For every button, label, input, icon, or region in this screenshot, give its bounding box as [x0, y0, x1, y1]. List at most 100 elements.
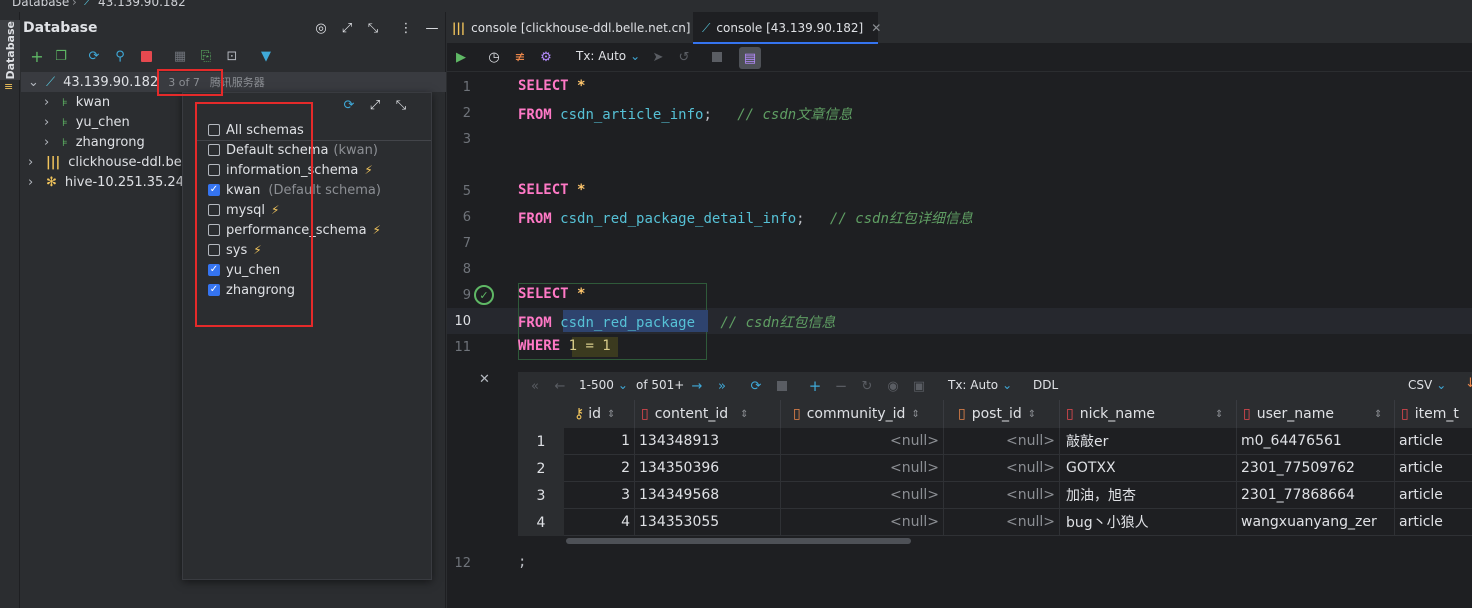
table-cell[interactable]: 敲敲er [1060, 428, 1237, 455]
code-line-5[interactable]: SELECT * [518, 182, 585, 198]
add-icon[interactable]: + [27, 46, 47, 66]
tx-mode-dropdown[interactable]: Tx: Auto ⌄ [576, 49, 640, 63]
table-cell[interactable]: <null> [781, 428, 944, 455]
tab-console-clickhouse[interactable]: ||| console [clickhouse-ddl.belle.net.cn… [452, 12, 709, 44]
column-header-content-id[interactable]: ▯ content_id ⇕ [635, 400, 781, 428]
table-cell[interactable]: article [1395, 482, 1472, 509]
add-row-icon[interactable]: + [805, 376, 825, 396]
table-cell[interactable]: 134349568 [635, 482, 781, 509]
history-icon[interactable]: ◷ [484, 47, 504, 67]
table-cell[interactable]: 1 [564, 428, 635, 455]
hide-panel-icon[interactable]: — [422, 18, 442, 38]
delete-row-icon[interactable]: − [831, 376, 851, 396]
tree-item-host[interactable]: ⌄ ⟋ 43.139.90.182 3 of 7 腾讯服务器 [28, 72, 265, 92]
revert-icon[interactable]: ↻ [857, 376, 877, 396]
row-number[interactable]: 3 [518, 482, 564, 509]
column-header-user-name[interactable]: ▯ user_name ⇕ [1237, 400, 1395, 428]
table-cell[interactable]: article [1395, 509, 1472, 536]
schema-search-icon[interactable]: ⚲ [110, 46, 130, 66]
collapse-all-icon[interactable]: ⤡ [391, 95, 411, 115]
table-cell[interactable]: 2301_77868664 [1237, 482, 1395, 509]
submit-icon[interactable]: ▣ [909, 376, 929, 396]
code-line-6[interactable]: FROM csdn_red_package_detail_info; // cs… [518, 208, 973, 228]
table-cell[interactable]: m0_64476561 [1237, 428, 1395, 455]
refresh-icon[interactable]: ⟳ [339, 95, 359, 115]
preview-icon[interactable]: ◉ [883, 376, 903, 396]
stop-icon[interactable] [136, 46, 156, 66]
tree-item-zhangrong[interactable]: › ⊧ zhangrong [44, 132, 145, 152]
expand-all-icon[interactable]: ⤢ [337, 18, 357, 38]
table-cell[interactable]: 4 [564, 509, 635, 536]
horizontal-scrollbar[interactable] [566, 538, 911, 544]
download-icon[interactable]: ↓ [1465, 376, 1472, 391]
target-icon[interactable]: ◎ [311, 18, 331, 38]
table-cell[interactable]: 134353055 [635, 509, 781, 536]
table-cell[interactable]: <null> [781, 482, 944, 509]
first-page-icon[interactable]: « [525, 376, 545, 396]
tree-item-clickhouse[interactable]: › ||| clickhouse-ddl.be [28, 152, 182, 172]
copy-icon[interactable]: ❐ [51, 46, 71, 66]
collapse-all-icon[interactable]: ⤡ [363, 18, 383, 38]
page-range-dropdown[interactable]: 1-500 ⌄ [579, 378, 628, 392]
stop-icon[interactable] [772, 376, 792, 396]
more-options-icon[interactable]: ⋮ [396, 18, 416, 38]
expand-all-icon[interactable]: ⤢ [365, 95, 385, 115]
table-cell[interactable]: <null> [944, 455, 1060, 482]
code-line-2[interactable]: FROM csdn_article_info; // csdn文章信息 [518, 104, 852, 124]
tree-item-hive[interactable]: › ✻ hive-10.251.35.24 [28, 172, 184, 192]
row-count[interactable]: of 501+ [636, 378, 684, 392]
table-cell[interactable]: wangxuanyang_zer [1237, 509, 1395, 536]
table-cell[interactable]: <null> [781, 509, 944, 536]
table-cell[interactable]: article [1395, 428, 1472, 455]
last-page-icon[interactable]: » [712, 376, 732, 396]
table-cell[interactable]: GOTXX [1060, 455, 1237, 482]
table-cell[interactable]: <null> [781, 455, 944, 482]
next-page-icon[interactable]: → [687, 376, 707, 396]
row-number[interactable]: 1 [518, 428, 564, 455]
close-result-icon[interactable]: ✕ [479, 372, 490, 387]
result-tx-dropdown[interactable]: Tx: Auto ⌄ [948, 378, 1012, 392]
table-cell[interactable]: 加油，旭杏 [1060, 482, 1237, 509]
table-cell[interactable]: 3 [564, 482, 635, 509]
table-cell[interactable]: <null> [944, 482, 1060, 509]
database-stack-icon[interactable]: ≡ [4, 80, 16, 93]
breadcrumb-root[interactable]: Database [12, 0, 69, 9]
breadcrumb-host[interactable]: 43.139.90.182 [98, 0, 186, 9]
ddl-button[interactable]: DDL [1033, 378, 1058, 392]
result-view-toggle-icon[interactable]: ▤ [739, 47, 761, 69]
column-header-id[interactable]: ⚷ id ⇕ [564, 400, 635, 428]
table-cell[interactable]: 2301_77509762 [1237, 455, 1395, 482]
close-icon[interactable]: ✕ [871, 21, 881, 35]
table-cell[interactable]: 2 [564, 455, 635, 482]
tree-item-yu-chen[interactable]: › ⊧ yu_chen [44, 112, 130, 132]
stop-icon[interactable] [707, 47, 727, 67]
tree-item-kwan[interactable]: › ⊧ kwan [44, 92, 110, 112]
row-number[interactable]: 4 [518, 509, 564, 536]
explain-plan-icon[interactable]: ≢ [510, 47, 530, 67]
rollback-icon[interactable]: ↺ [674, 47, 694, 67]
execution-success-icon[interactable]: ✓ [474, 285, 494, 305]
commit-icon[interactable]: ➤ [648, 47, 668, 67]
code-line-12[interactable]: ; [518, 554, 526, 570]
refresh-icon[interactable]: ⟳ [84, 46, 104, 66]
column-header-nick-name[interactable]: ▯ nick_name ⇕ [1060, 400, 1237, 428]
database-tool-window-button[interactable]: Database [0, 20, 20, 80]
column-header-item-type[interactable]: ▯ item_t [1395, 400, 1472, 428]
previous-page-icon[interactable]: ← [550, 376, 570, 396]
table-cell[interactable]: 134348913 [635, 428, 781, 455]
table-cell[interactable]: <null> [944, 428, 1060, 455]
code-line-9[interactable]: SELECT * [518, 286, 585, 302]
table-icon[interactable]: ▦ [170, 46, 190, 66]
export-format-dropdown[interactable]: CSV ⌄ [1408, 378, 1446, 392]
code-line-10[interactable]: FROM csdn_red_package // csdn红包信息 [518, 312, 835, 332]
code-line-1[interactable]: SELECT * [518, 78, 585, 94]
tab-console-host[interactable]: ⟋ console [43.139.90.182] ✕ [702, 12, 881, 44]
column-header-post-id[interactable]: ▯ post_id ⇕ [944, 400, 1060, 428]
reload-icon[interactable]: ⟳ [746, 376, 766, 396]
ddl-file-icon[interactable]: ⎘ [196, 46, 216, 66]
row-number[interactable]: 2 [518, 455, 564, 482]
filter-icon[interactable]: ▼ [256, 46, 276, 66]
table-cell[interactable]: <null> [944, 509, 1060, 536]
column-header-community-id[interactable]: ▯ community_id ⇕ [781, 400, 944, 428]
table-cell[interactable]: 134350396 [635, 455, 781, 482]
